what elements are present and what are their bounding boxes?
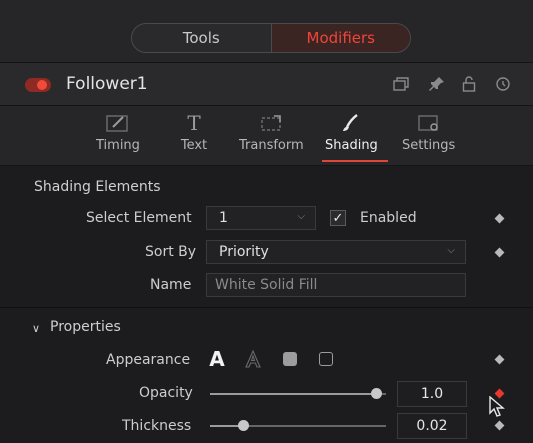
shading-icon — [337, 112, 365, 134]
tab-settings[interactable]: Settings — [402, 112, 455, 164]
thickness-label: Thickness — [122, 418, 192, 434]
keyframe-diamond-icon[interactable] — [494, 420, 505, 431]
enabled-label: Enabled — [360, 210, 417, 226]
panels-icon[interactable] — [392, 75, 410, 93]
tool-enable-toggle[interactable] — [25, 78, 51, 92]
section-divider — [0, 307, 533, 308]
transform-icon — [257, 112, 285, 134]
enabled-checkbox[interactable]: ✓ — [330, 210, 346, 226]
name-label: Name — [150, 277, 192, 293]
keyframe-diamond-icon[interactable] — [494, 247, 505, 258]
active-tab-indicator — [322, 160, 388, 162]
lock-icon[interactable] — [460, 75, 478, 93]
select-element-label: Select Element — [86, 210, 192, 226]
keyframe-diamond-icon[interactable] — [494, 213, 505, 224]
opacity-slider-fill — [210, 393, 376, 395]
solid-text-icon[interactable]: A — [208, 347, 226, 371]
mode-switch: Tools Modifiers — [131, 23, 411, 53]
outline-text-icon[interactable] — [244, 348, 262, 370]
select-element-dropdown[interactable]: 1 ⌵ — [206, 206, 316, 230]
opacity-slider-handle[interactable] — [371, 388, 382, 399]
sort-by-value: Priority — [219, 244, 269, 260]
tab-label: Text — [180, 138, 208, 153]
top-bar: Tools Modifiers — [0, 0, 533, 62]
tab-text[interactable]: T Text — [180, 111, 208, 164]
tool-header: Follower1 — [0, 62, 533, 106]
settings-icon — [415, 112, 443, 134]
timing-icon — [104, 112, 132, 134]
text-icon: T — [187, 111, 201, 135]
tool-name: Follower1 — [66, 74, 148, 94]
thickness-field[interactable]: 0.02 — [397, 413, 467, 439]
tab-label: Settings — [402, 138, 456, 153]
solid-block-icon[interactable] — [282, 348, 298, 370]
tab-transform[interactable]: Transform — [239, 112, 304, 164]
inspector-tabs: Timing T Text Transform Shading Settings — [0, 106, 533, 166]
tools-tab[interactable]: Tools — [132, 24, 271, 52]
appearance-label: Appearance — [106, 352, 191, 368]
opacity-field[interactable]: 1.0 — [397, 381, 467, 407]
modifiers-tab[interactable]: Modifiers — [270, 24, 410, 52]
pin-icon[interactable] — [428, 75, 446, 93]
select-element-value: 1 — [219, 210, 228, 226]
name-field[interactable]: White Solid Fill — [206, 273, 466, 297]
tab-label: Transform — [239, 138, 304, 153]
tab-shading[interactable]: Shading — [325, 112, 378, 164]
tab-timing[interactable]: Timing — [96, 112, 140, 164]
toggle-knob — [37, 80, 47, 90]
tab-label: Shading — [325, 138, 378, 153]
keyframe-diamond-icon[interactable] — [494, 354, 505, 365]
sort-by-label: Sort By — [145, 244, 197, 260]
chevron-down-icon[interactable]: ∨ — [32, 322, 40, 335]
properties-title: Properties — [50, 319, 121, 335]
outline-block-icon[interactable] — [318, 348, 334, 370]
opacity-label: Opacity — [139, 385, 193, 401]
tab-label: Timing — [96, 138, 140, 153]
thickness-slider-handle[interactable] — [238, 420, 250, 431]
mouse-cursor-icon — [489, 396, 505, 417]
reset-icon[interactable] — [494, 75, 512, 93]
chevron-down-icon: ⌵ — [447, 245, 455, 256]
chevron-down-icon: ⌵ — [297, 211, 305, 222]
shading-elements-title: Shading Elements — [34, 179, 161, 195]
sort-by-dropdown[interactable]: Priority ⌵ — [206, 240, 466, 264]
